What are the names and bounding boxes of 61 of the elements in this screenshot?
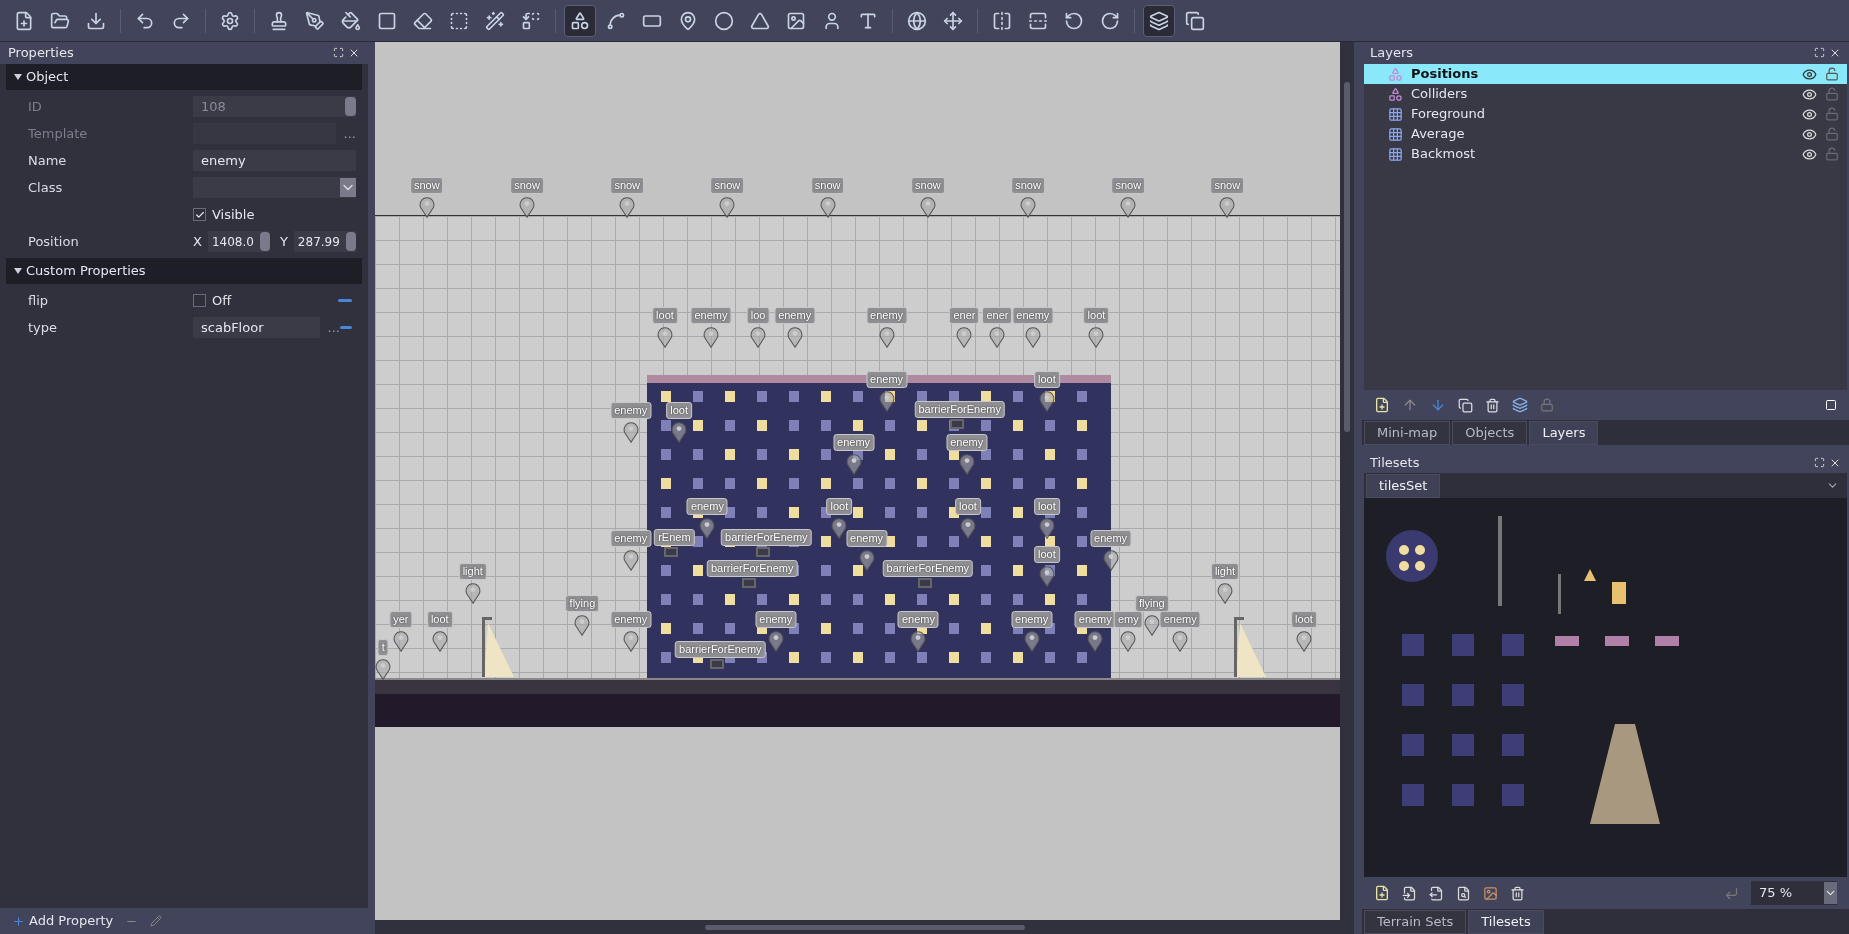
section-header[interactable]: Object: [6, 64, 362, 90]
object-label[interactable]: enemy: [1074, 611, 1116, 629]
object-label[interactable]: barrierForEnemy: [914, 401, 1005, 419]
x-field[interactable]: 1408.0: [207, 231, 270, 252]
zoom-combo[interactable]: 75 %: [1751, 881, 1837, 905]
object-label[interactable]: enemy: [1159, 611, 1201, 629]
text-field[interactable]: scabFloor: [193, 317, 320, 338]
object-label[interactable]: loot: [666, 402, 692, 420]
layer-row[interactable]: Foreground: [1364, 104, 1847, 124]
object-label[interactable]: barrierForEnemy: [882, 560, 974, 578]
object-label[interactable]: snow: [1210, 177, 1245, 195]
object-label[interactable]: loot: [1034, 546, 1060, 564]
panel-tab[interactable]: Tilesets: [1468, 910, 1544, 934]
object-label[interactable]: loot: [426, 611, 453, 629]
name-field[interactable]: enemy: [193, 150, 356, 171]
panel-tab[interactable]: Mini-map: [1364, 421, 1451, 445]
object-label[interactable]: emy: [1113, 611, 1143, 629]
property-label: flip: [28, 291, 50, 310]
property-label: type: [28, 318, 59, 337]
panel-title: Layers: [1370, 44, 1414, 63]
axis-label: Y: [279, 232, 288, 251]
property-label: Template: [28, 124, 89, 143]
object-label[interactable]: enemy: [833, 434, 875, 452]
object-label[interactable]: enemy: [755, 611, 797, 629]
object-label[interactable]: enemy: [1011, 611, 1053, 629]
layer-row[interactable]: Colliders: [1364, 84, 1847, 104]
object-label[interactable]: enemy: [897, 611, 939, 629]
checkbox-label: Visible: [212, 205, 255, 224]
object-label[interactable]: snow: [1011, 177, 1045, 195]
object-label[interactable]: enemy: [610, 611, 652, 629]
object-label[interactable]: t: [377, 639, 389, 657]
panel-tab[interactable]: Objects: [1452, 421, 1528, 445]
object-label[interactable]: snow: [810, 177, 845, 195]
panel-title: Properties: [8, 44, 74, 63]
layer-row[interactable]: Positions: [1364, 64, 1847, 84]
section-header[interactable]: Custom Properties: [6, 258, 362, 284]
checkbox-label: Off: [212, 291, 232, 310]
panel-tab[interactable]: Layers: [1529, 421, 1599, 445]
panel-title: Tilesets: [1370, 454, 1420, 473]
object-label[interactable]: snow: [409, 177, 444, 195]
layer-row[interactable]: Average: [1364, 124, 1847, 144]
object-label[interactable]: enemy: [610, 402, 652, 420]
property-label: Position: [28, 232, 80, 251]
object-label[interactable]: yer: [389, 611, 413, 629]
object-label[interactable]: snow: [710, 177, 745, 195]
axis-label: X: [193, 232, 202, 251]
browse-ellipsis[interactable]: ...: [327, 317, 340, 338]
layer-row[interactable]: Backmost: [1364, 144, 1847, 164]
object-label[interactable]: loot: [1291, 611, 1317, 629]
property-label: Class: [28, 178, 64, 197]
object-label[interactable]: enemy: [946, 434, 988, 452]
panel-tab[interactable]: Terrain Sets: [1364, 910, 1467, 934]
y-field[interactable]: 287.99: [293, 231, 356, 252]
property-label: ID: [28, 97, 43, 116]
object-label[interactable]: barrierForEnemy: [706, 560, 798, 578]
property-label: Name: [28, 151, 68, 170]
object-label[interactable]: snow: [510, 177, 544, 195]
object-label[interactable]: snow: [610, 177, 645, 195]
object-label[interactable]: snow: [911, 177, 945, 195]
object-label[interactable]: snow: [1111, 177, 1146, 195]
panel-tab[interactable]: tilesSet: [1366, 474, 1441, 498]
